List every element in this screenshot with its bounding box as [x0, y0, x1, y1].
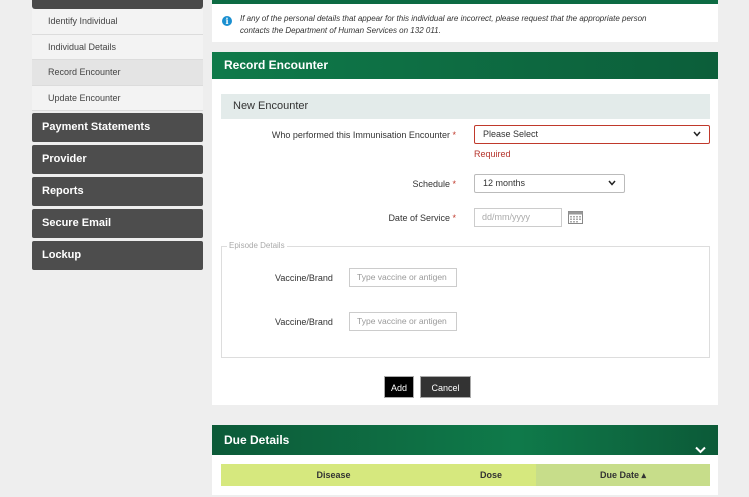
episode-details-legend: Episode Details: [227, 241, 287, 250]
performer-error: Required: [474, 149, 511, 159]
sidebar-item-individual-details[interactable]: Individual Details: [32, 35, 203, 60]
column-header-dose[interactable]: Dose: [446, 464, 536, 486]
vaccine-brand-label: Vaccine/Brand: [275, 273, 333, 283]
performer-select-value: Please Select: [483, 129, 539, 139]
vaccine-brand-input[interactable]: Type vaccine or antigen: [349, 312, 457, 331]
column-header-disease[interactable]: Disease: [221, 464, 446, 486]
due-details-title: Due Details: [224, 433, 290, 447]
date-of-service-label: Date of Service *: [312, 213, 456, 223]
sidebar-item-secure-email[interactable]: Secure Email: [32, 209, 203, 238]
sidebar-item-record-encounter[interactable]: Record Encounter: [32, 60, 203, 86]
due-details-header[interactable]: Due Details: [212, 425, 718, 455]
sidebar-item-update-encounter[interactable]: Update Encounter: [32, 86, 203, 111]
schedule-select[interactable]: 12 months: [474, 174, 625, 193]
performer-label: Who performed this Immunisation Encounte…: [232, 130, 456, 140]
required-mark: *: [452, 213, 456, 223]
schedule-label: Schedule *: [312, 179, 456, 189]
column-header-due-date[interactable]: Due Date ▴: [536, 464, 710, 486]
date-of-service-label-text: Date of Service: [388, 213, 450, 223]
due-details-panel: Disease Dose Due Date ▴: [212, 455, 718, 495]
chevron-down-icon: [693, 126, 701, 137]
info-icon: i: [222, 16, 232, 26]
sidebar-item-identify-individual[interactable]: Identify Individual: [32, 9, 203, 35]
required-mark: *: [452, 179, 456, 189]
chevron-down-icon: [608, 175, 616, 186]
calendar-icon[interactable]: [568, 210, 583, 224]
info-text-line-1: If any of the personal details that appe…: [240, 14, 647, 23]
sidebar-item-reports[interactable]: Reports: [32, 177, 203, 206]
info-text: If any of the personal details that appe…: [240, 13, 708, 37]
sidebar: Identify Individual Individual Details R…: [32, 0, 203, 270]
sidebar-item-provider[interactable]: Provider: [32, 145, 203, 174]
new-encounter-subheader: New Encounter: [221, 94, 710, 119]
schedule-select-value: 12 months: [483, 178, 526, 188]
sidebar-item-payment-statements[interactable]: Payment Statements: [32, 113, 203, 142]
info-notice: i If any of the personal details that ap…: [212, 4, 718, 42]
sidebar-collapsed-section[interactable]: [32, 0, 203, 9]
sidebar-submenu: Identify Individual Individual Details R…: [32, 9, 203, 111]
record-encounter-panel: New Encounter Who performed this Immunis…: [212, 79, 718, 405]
record-encounter-header: Record Encounter: [212, 52, 718, 79]
episode-details-fieldset: Episode Details Vaccine/Brand Type vacci…: [221, 241, 710, 358]
required-mark: *: [452, 130, 456, 140]
add-button[interactable]: Add: [384, 376, 414, 398]
main-content: i If any of the personal details that ap…: [212, 0, 718, 495]
info-text-line-2: contacts the Department of Human Service…: [240, 26, 441, 35]
performer-select[interactable]: Please Select: [474, 125, 710, 144]
performer-label-text: Who performed this Immunisation Encounte…: [271, 130, 450, 140]
cancel-button[interactable]: Cancel: [420, 376, 471, 398]
due-details-table-header: Disease Dose Due Date ▴: [221, 464, 710, 486]
vaccine-brand-input[interactable]: Type vaccine or antigen: [349, 268, 457, 287]
vaccine-brand-label: Vaccine/Brand: [275, 317, 333, 327]
date-of-service-input[interactable]: dd/mm/yyyy: [474, 208, 562, 227]
sidebar-item-lockup[interactable]: Lockup: [32, 241, 203, 270]
schedule-label-text: Schedule: [412, 179, 450, 189]
